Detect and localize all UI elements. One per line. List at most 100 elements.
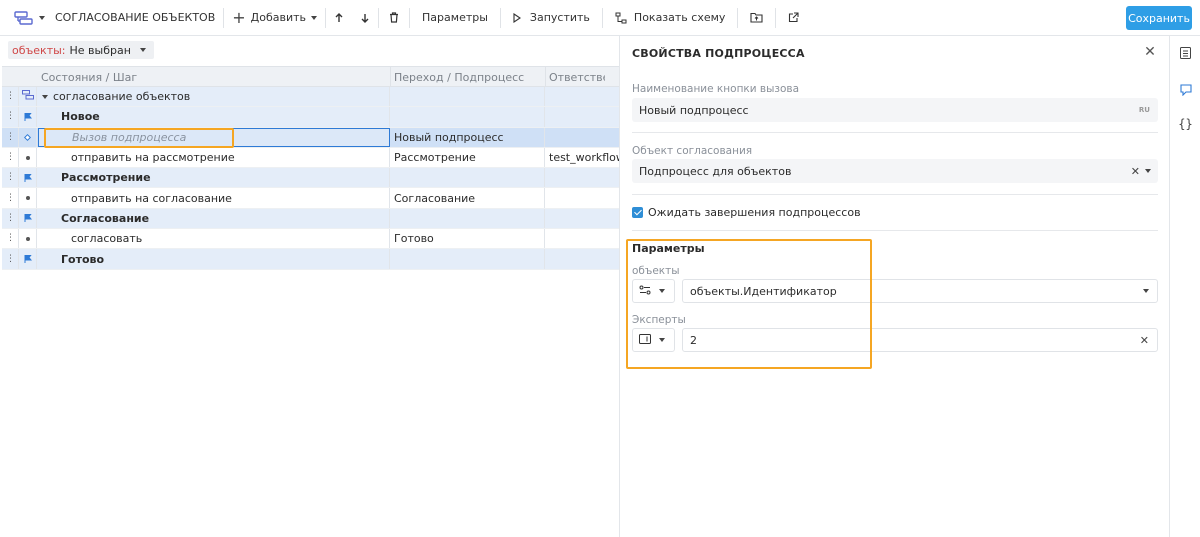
drag-handle-icon[interactable]: ⋮ [2, 229, 19, 249]
row-transition-cell[interactable]: Согласование [391, 188, 545, 208]
row-name-cell[interactable]: Готово [38, 249, 390, 269]
column-divider[interactable] [545, 67, 546, 86]
drag-handle-icon[interactable]: ⋮ [2, 208, 19, 229]
drag-handle-icon[interactable]: ⋮ [2, 127, 19, 147]
row-responsible-cell[interactable]: test_workflow [546, 148, 619, 167]
param-objects-type-button[interactable] [632, 279, 675, 303]
row-responsible-cell[interactable] [546, 128, 619, 147]
column-divider[interactable] [390, 67, 391, 86]
row-name-cell[interactable]: отправить на согласование [38, 188, 390, 208]
row-transition-cell[interactable]: Рассмотрение [391, 147, 545, 168]
table-row[interactable]: ⋮ Согласование [2, 208, 619, 230]
table-row[interactable]: ⋮ Рассмотрение [2, 168, 619, 189]
row-name-cell[interactable]: отправить на рассмотрение [38, 147, 390, 168]
folder-icon [750, 12, 763, 23]
toolbar: СОГЛАСОВАНИЕ ОБЪЕКТОВ + Добавить Парамет… [0, 0, 1200, 36]
drag-handle-icon[interactable]: ⋮ [2, 249, 19, 269]
column-header-responsible[interactable]: Ответственный [549, 71, 605, 84]
row-name-cell[interactable]: согласовать [38, 229, 390, 249]
param-objects-value[interactable]: объекты.Идентификатор [682, 279, 1158, 303]
row-transition-cell[interactable]: Готово [391, 229, 545, 249]
table-row[interactable]: ⋮ согласование объектов [2, 87, 619, 108]
row-transition-cell[interactable] [391, 107, 545, 127]
chevron-down-icon[interactable] [1143, 289, 1149, 293]
drag-handle-icon[interactable]: ⋮ [2, 188, 19, 208]
row-responsible-cell[interactable] [546, 87, 619, 106]
clear-icon[interactable]: ✕ [1140, 334, 1149, 347]
button-name-label: Наименование кнопки вызова [632, 83, 800, 95]
process-type-switcher[interactable] [0, 0, 51, 36]
properties-icon[interactable] [1178, 45, 1193, 60]
table-row[interactable]: ⋮ отправить на согласование Согласование [2, 188, 619, 209]
divider [632, 132, 1158, 133]
table-row[interactable]: ⋮ Вызов подпроцесса Новый подпроцесс [2, 127, 619, 148]
filter-value: Не выбран [69, 43, 131, 57]
row-name-cell[interactable]: Новое [38, 107, 390, 127]
flag-icon [24, 255, 32, 264]
param-experts-value[interactable]: 2 ✕ [682, 328, 1158, 352]
diamond-icon [23, 133, 32, 141]
param-experts-value-text: 2 [690, 333, 697, 347]
cell-icon [19, 107, 37, 127]
run-button[interactable]: Запустить [501, 0, 602, 36]
table-row[interactable]: ⋮ отправить на рассмотрение Рассмотрение… [2, 147, 619, 169]
delete-button[interactable] [379, 0, 409, 36]
drag-handle-icon[interactable]: ⋮ [2, 87, 19, 107]
cell-icon [19, 249, 37, 269]
row-responsible-cell[interactable] [546, 168, 619, 187]
row-responsible-cell[interactable] [546, 209, 619, 228]
cell-icon [19, 229, 37, 249]
row-name-cell[interactable]: Согласование [38, 208, 390, 229]
row-transition-cell[interactable] [391, 249, 545, 269]
trash-icon [389, 12, 399, 23]
move-up-button[interactable] [326, 0, 352, 36]
chevron-down-icon[interactable] [1145, 169, 1151, 173]
chevron-down-icon [39, 15, 45, 20]
add-button[interactable]: + Добавить [224, 0, 325, 36]
wait-checkbox-label[interactable]: Ожидать завершения подпроцессов [648, 206, 861, 219]
row-responsible-cell[interactable] [546, 249, 619, 268]
cell-icon [19, 87, 37, 107]
row-transition-cell[interactable] [391, 87, 545, 107]
wait-checkbox[interactable] [632, 207, 643, 218]
show-schema-button[interactable]: Показать схему [603, 0, 738, 36]
drag-handle-icon[interactable]: ⋮ [2, 168, 19, 188]
run-button-label: Запустить [529, 11, 590, 24]
row-transition-cell[interactable]: Новый подпроцесс [391, 127, 545, 147]
clear-icon[interactable]: ✕ [1131, 165, 1140, 178]
table-row[interactable]: ⋮ Новое [2, 107, 619, 128]
language-badge[interactable]: RU [1139, 106, 1150, 114]
table-row[interactable]: ⋮ Готово [2, 249, 619, 270]
drag-handle-icon[interactable]: ⋮ [2, 147, 19, 168]
close-icon[interactable]: ✕ [1142, 44, 1158, 60]
row-responsible-cell[interactable] [546, 188, 619, 207]
move-down-button[interactable] [352, 0, 378, 36]
object-select[interactable]: Подпроцесс для объектов ✕ [632, 159, 1158, 183]
params-section-title: Параметры [632, 242, 705, 255]
save-button[interactable]: Сохранить [1126, 6, 1192, 30]
comments-icon[interactable] [1178, 82, 1193, 97]
constant-icon [639, 333, 651, 347]
parameters-button[interactable]: Параметры [410, 0, 500, 36]
code-braces-icon[interactable]: {} [1178, 116, 1193, 131]
row-transition-cell[interactable] [391, 208, 545, 229]
open-external-button[interactable] [776, 0, 811, 36]
column-header-states[interactable]: Состояния / Шаг [41, 71, 137, 84]
plus-icon: + [232, 7, 246, 27]
row-responsible-cell[interactable] [546, 107, 619, 126]
import-button[interactable] [738, 0, 775, 36]
table-row[interactable]: ⋮ согласовать Готово [2, 229, 619, 250]
row-responsible-cell[interactable] [546, 229, 619, 248]
button-name-value: Новый подпроцесс [639, 103, 749, 117]
row-name-cell[interactable]: согласование объектов [38, 87, 390, 107]
bullet-icon [25, 236, 30, 241]
button-name-field[interactable]: Новый подпроцесс RU [632, 98, 1158, 122]
row-name-cell[interactable]: Рассмотрение [38, 168, 390, 188]
column-header-transition[interactable]: Переход / Подпроцесс [394, 71, 524, 84]
row-name-cell[interactable]: Вызов подпроцесса [38, 127, 390, 147]
row-transition-cell[interactable] [391, 168, 545, 188]
objects-filter[interactable]: объекты: Не выбран [8, 41, 154, 59]
drag-handle-icon[interactable]: ⋮ [2, 107, 19, 127]
param-experts-type-button[interactable] [632, 328, 675, 352]
object-value: Подпроцесс для объектов [639, 164, 792, 178]
